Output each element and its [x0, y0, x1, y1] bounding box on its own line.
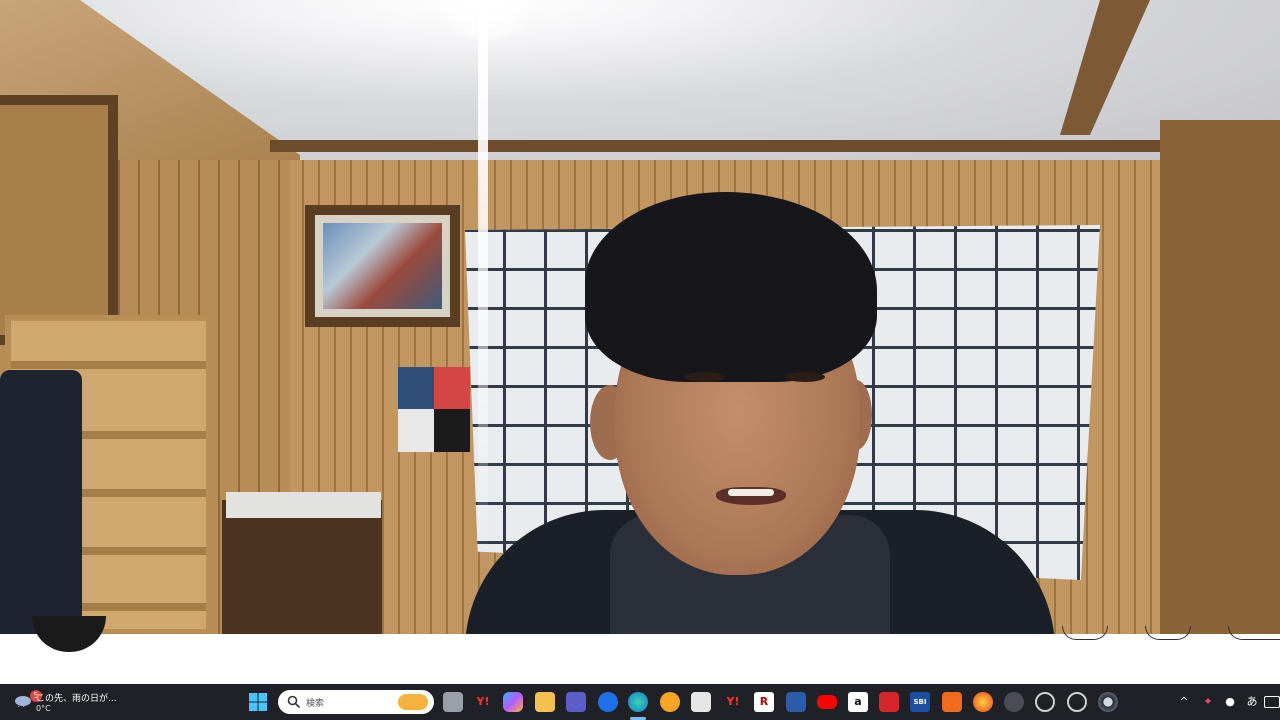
call-control-button-1[interactable] — [1062, 626, 1108, 640]
webcam-video-feed — [0, 0, 1280, 634]
youtube-icon[interactable] — [817, 695, 837, 709]
settings-alt-icon[interactable] — [1067, 692, 1087, 712]
yahoo-icon[interactable]: Y! — [473, 692, 493, 712]
orange-app-icon[interactable] — [942, 692, 962, 712]
person-eye-left — [685, 372, 725, 382]
small-cabinet — [222, 500, 382, 634]
display-icon[interactable] — [1264, 696, 1280, 708]
weather-forecast-text: この先、雨の日が... — [36, 694, 117, 704]
papers-on-cabinet — [226, 492, 381, 518]
game-controller-icon[interactable] — [1004, 692, 1024, 712]
circle-app-icon[interactable] — [660, 692, 680, 712]
tray-overflow-chevron[interactable]: ^ — [1176, 692, 1192, 712]
rakuten-icon[interactable]: R — [754, 692, 774, 712]
tray-app-icon[interactable]: ✦ — [1200, 692, 1216, 712]
wall-poster — [398, 367, 470, 452]
file-explorer-icon[interactable] — [535, 692, 555, 712]
red-app-icon[interactable] — [879, 692, 899, 712]
search-placeholder: 検索 — [306, 699, 325, 709]
search-highlight-icon — [398, 694, 428, 710]
light-cord — [478, 0, 488, 560]
hanging-jacket — [0, 370, 82, 634]
teams-icon[interactable] — [566, 692, 586, 712]
yahoo-alt-icon[interactable]: Y! — [723, 692, 743, 712]
door-frame — [0, 95, 118, 345]
participant-avatar[interactable] — [32, 616, 106, 652]
call-controls-strip — [0, 616, 1280, 684]
store-icon[interactable] — [691, 692, 711, 712]
person-teeth — [728, 489, 774, 496]
ceiling-trim — [270, 140, 1190, 152]
call-control-button-3[interactable] — [1228, 626, 1280, 640]
search-icon — [287, 695, 301, 709]
edge-icon[interactable] — [628, 692, 648, 712]
call-control-button-2[interactable] — [1145, 626, 1191, 640]
right-cabinet — [1160, 120, 1280, 634]
firefox-icon[interactable] — [973, 692, 993, 712]
weather-temperature: 0°C — [36, 704, 51, 713]
framed-painting — [305, 205, 460, 327]
microphone-icon[interactable]: ● — [1222, 692, 1238, 712]
sbi-icon[interactable]: SBI — [910, 692, 930, 712]
task-view-icon[interactable] — [443, 692, 463, 712]
settings-gear-icon[interactable] — [1035, 692, 1055, 712]
person-hair — [585, 192, 877, 382]
news-app-icon[interactable] — [786, 692, 806, 712]
weather-widget[interactable]: 5 この先、雨の日が... 0°C — [10, 688, 130, 716]
copilot-icon[interactable] — [503, 692, 523, 712]
start-icon[interactable] — [248, 692, 268, 712]
windows-taskbar: 5 この先、雨の日が... 0°C 検索 Y! Y! R a SBI ^ ✦ ●… — [0, 684, 1280, 720]
ime-indicator[interactable]: あ — [1244, 692, 1260, 712]
taskbar-search-box[interactable]: 検索 — [278, 690, 434, 714]
screen: 5 この先、雨の日が... 0°C 検索 Y! Y! R a SBI ^ ✦ ●… — [0, 0, 1280, 720]
camera-app-icon[interactable] — [1098, 692, 1118, 712]
person-eye-right — [785, 372, 825, 382]
amazon-icon[interactable]: a — [848, 692, 868, 712]
dropbox-icon[interactable] — [598, 692, 618, 712]
